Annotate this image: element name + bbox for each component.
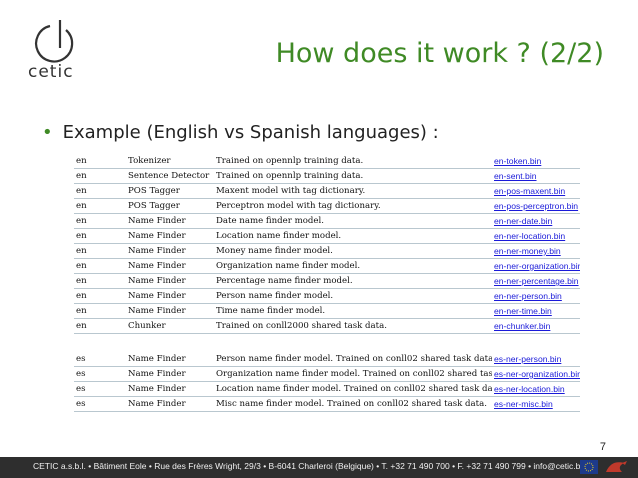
description-cell: Organization name finder model. — [214, 258, 492, 274]
language-cell: en — [74, 183, 126, 199]
description-cell: Maxent model with tag dictionary. — [214, 183, 492, 199]
language-cell: en — [74, 288, 126, 304]
component-cell: Name Finder — [126, 303, 214, 319]
table-row: es Name Finder Location name finder model.… — [74, 381, 580, 397]
table-row: en Sentence Detector Trained on opennlp tr… — [74, 168, 580, 184]
bullet-dot-icon: • — [42, 122, 53, 143]
description-cell: Money name finder model. — [214, 243, 492, 259]
eu-flag-icon — [580, 460, 598, 474]
component-cell: Name Finder — [126, 396, 214, 412]
model-link[interactable]: en-ner-money.bin — [492, 243, 580, 259]
language-cell: en — [74, 168, 126, 184]
description-cell: Person name finder model. — [214, 288, 492, 304]
description-cell: Organization name finder model. Trained … — [214, 366, 492, 382]
description-cell: Percentage name finder model. — [214, 273, 492, 289]
walloon-rooster-icon — [606, 461, 627, 472]
component-cell: POS Tagger — [126, 183, 214, 199]
english-models-table: en Tokenizer Trained on opennlp training d… — [74, 154, 580, 334]
language-cell: en — [74, 318, 126, 334]
model-link[interactable]: es-ner-person.bin — [492, 352, 580, 367]
language-cell: en — [74, 154, 126, 169]
model-link[interactable]: es-ner-misc.bin — [492, 396, 580, 412]
description-cell: Perceptron model with tag dictionary. — [214, 198, 492, 214]
component-cell: Name Finder — [126, 213, 214, 229]
table-row: es Name Finder Person name finder model. T… — [74, 352, 580, 367]
component-cell: Name Finder — [126, 288, 214, 304]
footer-address: CETIC a.s.b.l. • Bâtiment Eole • Rue des… — [33, 461, 586, 471]
models-tables: en Tokenizer Trained on opennlp training d… — [74, 154, 580, 412]
language-cell: en — [74, 228, 126, 244]
table-row: en Name Finder Person name finder model. en… — [74, 288, 580, 304]
page-number: 7 — [599, 441, 606, 453]
description-cell: Date name finder model. — [214, 213, 492, 229]
language-cell: es — [74, 352, 126, 367]
description-cell: Time name finder model. — [214, 303, 492, 319]
language-cell: es — [74, 381, 126, 397]
model-link[interactable]: es-ner-organization.bin — [492, 366, 580, 382]
table-row: en POS Tagger Maxent model with tag dictio… — [74, 183, 580, 199]
language-cell: en — [74, 258, 126, 274]
description-cell: Location name finder model. — [214, 228, 492, 244]
component-cell: Tokenizer — [126, 154, 214, 169]
description-cell: Misc name finder model. Trained on conll… — [214, 396, 492, 412]
slide: cetic How does it work ? (2/2) • Example … — [0, 0, 638, 478]
model-link[interactable]: en-ner-person.bin — [492, 288, 580, 304]
component-cell: Sentence Detector — [126, 168, 214, 184]
model-link[interactable]: en-chunker.bin — [492, 318, 580, 334]
table-row: es Name Finder Organization name finder mo… — [74, 366, 580, 382]
footer-bar: CETIC a.s.b.l. • Bâtiment Eole • Rue des… — [0, 457, 638, 478]
component-cell: Name Finder — [126, 228, 214, 244]
component-cell: Name Finder — [126, 366, 214, 382]
model-link[interactable]: en-ner-time.bin — [492, 303, 580, 319]
table-row: en Name Finder Percentage name finder mode… — [74, 273, 580, 289]
component-cell: POS Tagger — [126, 198, 214, 214]
bullet-item: • Example (English vs Spanish languages) … — [42, 122, 439, 143]
table-row: es Name Finder Misc name finder model. Tra… — [74, 396, 580, 412]
language-cell: es — [74, 366, 126, 382]
model-link[interactable]: en-pos-maxent.bin — [492, 183, 580, 199]
model-link[interactable]: en-ner-organization.bin — [492, 258, 580, 274]
description-cell: Trained on opennlp training data. — [214, 168, 492, 184]
component-cell: Name Finder — [126, 352, 214, 367]
component-cell: Name Finder — [126, 243, 214, 259]
component-cell: Chunker — [126, 318, 214, 334]
component-cell: Name Finder — [126, 381, 214, 397]
model-link[interactable]: en-token.bin — [492, 154, 580, 169]
slide-title: How does it work ? (2/2) — [275, 38, 604, 69]
language-cell: en — [74, 303, 126, 319]
component-cell: Name Finder — [126, 258, 214, 274]
model-link[interactable]: en-ner-location.bin — [492, 228, 580, 244]
table-row: en Tokenizer Trained on opennlp training d… — [74, 154, 580, 169]
spanish-models-table: es Name Finder Person name finder model. T… — [74, 352, 580, 412]
logo-text: cetic — [28, 62, 74, 82]
table-row: en Name Finder Money name finder model. en-… — [74, 243, 580, 259]
description-cell: Trained on opennlp training data. — [214, 154, 492, 169]
language-cell: en — [74, 198, 126, 214]
table-row: en POS Tagger Perceptron model with tag di… — [74, 198, 580, 214]
table-row: en Name Finder Time name finder model. en-n… — [74, 303, 580, 319]
table-row: en Name Finder Date name finder model. en-n… — [74, 213, 580, 229]
description-cell: Trained on conll2000 shared task data. — [214, 318, 492, 334]
description-cell: Location name finder model. Trained on c… — [214, 381, 492, 397]
table-row: en Name Finder Location name finder model.… — [74, 228, 580, 244]
model-link[interactable]: en-ner-date.bin — [492, 213, 580, 229]
language-cell: en — [74, 213, 126, 229]
model-link[interactable]: en-sent.bin — [492, 168, 580, 184]
language-cell: en — [74, 273, 126, 289]
description-cell: Person name finder model. Trained on con… — [214, 352, 492, 367]
model-link[interactable]: en-ner-percentage.bin — [492, 273, 580, 289]
bullet-text: Example (English vs Spanish languages) : — [62, 122, 439, 143]
table-row: en Name Finder Organization name finder mo… — [74, 258, 580, 274]
language-cell: en — [74, 243, 126, 259]
model-link[interactable]: es-ner-location.bin — [492, 381, 580, 397]
model-link[interactable]: en-pos-perceptron.bin — [492, 198, 580, 214]
table-row: en Chunker Trained on conll2000 shared tas… — [74, 318, 580, 334]
component-cell: Name Finder — [126, 273, 214, 289]
language-cell: es — [74, 396, 126, 412]
